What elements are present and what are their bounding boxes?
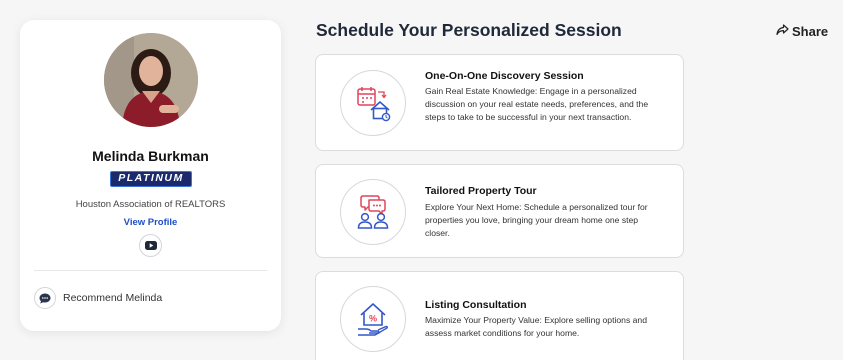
view-profile-link[interactable]: View Profile [20, 217, 281, 228]
avatar[interactable] [104, 33, 198, 127]
svg-text:%: % [369, 314, 377, 324]
chat-bubble-icon [34, 287, 56, 309]
house-percent-hand-icon: % [340, 286, 406, 352]
agent-profile-card: Melinda Burkman PLATINUM Houston Associa… [20, 20, 281, 331]
recommend-label: Recommend Melinda [63, 292, 163, 304]
session-title: Listing Consultation [425, 299, 527, 311]
session-title: Tailored Property Tour [425, 185, 537, 197]
session-card-discovery[interactable]: One-On-One Discovery Session Gain Real E… [315, 54, 684, 151]
session-description: Maximize Your Property Value: Explore se… [425, 315, 647, 338]
session-description: Explore Your Next Home: Schedule a perso… [425, 202, 648, 238]
page-title: Schedule Your Personalized Session [316, 20, 622, 40]
chat-people-icon [340, 179, 406, 245]
session-card-listing-consultation[interactable]: % Listing Consultation Maximize Your Pro… [315, 271, 684, 360]
session-title: One-On-One Discovery Session [425, 70, 584, 82]
share-button[interactable]: Share [776, 24, 828, 39]
association-name: Houston Association of REALTORS [75, 199, 226, 210]
share-icon [776, 24, 789, 39]
calendar-house-icon [340, 70, 406, 136]
youtube-button[interactable] [139, 234, 162, 257]
session-description: Gain Real Estate Knowledge: Engage in a … [425, 86, 649, 122]
session-card-property-tour[interactable]: Tailored Property Tour Explore Your Next… [315, 164, 684, 258]
share-label: Share [792, 24, 829, 39]
youtube-icon [144, 237, 157, 255]
card-divider [34, 270, 267, 271]
tier-badge: PLATINUM [110, 171, 192, 187]
agent-name: Melinda Burkman [92, 148, 209, 164]
recommend-button[interactable]: Recommend Melinda [34, 287, 162, 309]
